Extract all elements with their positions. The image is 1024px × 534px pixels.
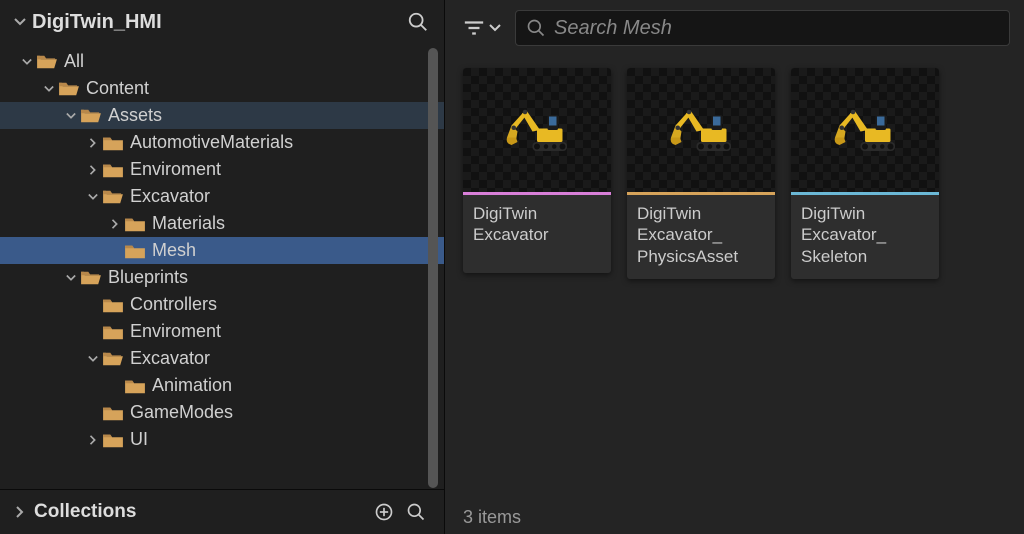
tree-node[interactable]: Excavator	[0, 183, 444, 210]
asset-thumbnail	[627, 68, 775, 192]
search-button[interactable]	[406, 10, 430, 34]
tree-node[interactable]: Enviroment	[0, 156, 444, 183]
scrollbar[interactable]	[428, 48, 438, 488]
search-icon	[406, 502, 426, 522]
folder-icon	[102, 188, 124, 206]
tree-node-label: GameModes	[130, 402, 233, 423]
folder-icon	[80, 269, 102, 287]
sidebar-expander-icon[interactable]	[14, 16, 26, 28]
asset-card[interactable]: DigiTwinExcavator	[463, 68, 611, 273]
chevron-down-icon	[489, 22, 501, 34]
asset-card[interactable]: DigiTwinExcavator_PhysicsAsset	[627, 68, 775, 279]
sidebar-header: DigiTwin_HMI	[0, 0, 444, 44]
chevron-right-icon[interactable]	[86, 165, 100, 175]
search-box[interactable]	[515, 10, 1010, 46]
project-title: DigiTwin_HMI	[32, 11, 406, 34]
chevron-down-icon[interactable]	[64, 111, 78, 121]
search-icon	[526, 18, 546, 38]
folder-icon	[124, 242, 146, 260]
tree-node[interactable]: UI	[0, 426, 444, 453]
tree-node[interactable]: AutomotiveMaterials	[0, 129, 444, 156]
plus-circle-icon	[374, 502, 394, 522]
folder-icon	[124, 215, 146, 233]
folder-icon	[102, 350, 124, 368]
tree-container: All Content Assets AutomotiveMaterials E…	[0, 44, 444, 489]
tree-node-label: Assets	[108, 105, 162, 126]
folder-icon	[80, 107, 102, 125]
chevron-right-icon[interactable]	[86, 138, 100, 148]
folder-tree: All Content Assets AutomotiveMaterials E…	[0, 44, 444, 457]
tree-node-label: UI	[130, 429, 148, 450]
folder-icon	[58, 80, 80, 98]
asset-grid: DigiTwinExcavator DigiTwinExcavator_Phys…	[445, 56, 1024, 501]
tree-node[interactable]: Blueprints	[0, 264, 444, 291]
folder-icon	[102, 404, 124, 422]
tree-node[interactable]: GameModes	[0, 399, 444, 426]
tree-node-label: Mesh	[152, 240, 196, 261]
tree-node[interactable]: Enviroment	[0, 318, 444, 345]
tree-node-label: Blueprints	[108, 267, 188, 288]
collections-label: Collections	[34, 501, 366, 523]
item-count: 3 items	[463, 507, 521, 527]
chevron-down-icon[interactable]	[64, 273, 78, 283]
chevron-down-icon[interactable]	[86, 354, 100, 364]
folder-icon	[102, 431, 124, 449]
collections-expander-icon[interactable]	[14, 506, 26, 518]
tree-node[interactable]: All	[0, 48, 444, 75]
folder-icon	[102, 161, 124, 179]
search-icon	[407, 11, 429, 33]
chevron-right-icon[interactable]	[108, 219, 122, 229]
chevron-down-icon[interactable]	[20, 57, 34, 67]
filter-button[interactable]	[459, 14, 505, 42]
tree-node-label: Controllers	[130, 294, 217, 315]
tree-node[interactable]: Mesh	[0, 237, 444, 264]
folder-icon	[102, 323, 124, 341]
asset-label: DigiTwinExcavator_PhysicsAsset	[627, 195, 775, 279]
folder-icon	[102, 134, 124, 152]
tree-node-label: Animation	[152, 375, 232, 396]
folder-icon	[102, 296, 124, 314]
tree-node[interactable]: Animation	[0, 372, 444, 399]
folder-icon	[124, 377, 146, 395]
tree-node-label: AutomotiveMaterials	[130, 132, 293, 153]
tree-node-label: Materials	[152, 213, 225, 234]
search-input[interactable]	[554, 17, 999, 40]
tree-node[interactable]: Assets	[0, 102, 444, 129]
asset-thumbnail	[791, 68, 939, 192]
content-area: DigiTwinExcavator DigiTwinExcavator_Phys…	[445, 0, 1024, 534]
tree-node[interactable]: Excavator	[0, 345, 444, 372]
sidebar: DigiTwin_HMI All Content Assets Automoti…	[0, 0, 445, 534]
tree-node-label: All	[64, 51, 84, 72]
chevron-right-icon[interactable]	[86, 435, 100, 445]
asset-label: DigiTwinExcavator_Skeleton	[791, 195, 939, 279]
asset-thumbnail	[463, 68, 611, 192]
asset-card[interactable]: DigiTwinExcavator_Skeleton	[791, 68, 939, 279]
tree-node-label: Enviroment	[130, 321, 221, 342]
search-collections-button[interactable]	[402, 498, 430, 526]
chevron-down-icon[interactable]	[86, 192, 100, 202]
chevron-down-icon[interactable]	[42, 84, 56, 94]
tree-node-label: Content	[86, 78, 149, 99]
tree-node[interactable]: Materials	[0, 210, 444, 237]
tree-node-label: Excavator	[130, 186, 210, 207]
tree-node-label: Enviroment	[130, 159, 221, 180]
folder-icon	[36, 53, 58, 71]
tree-node[interactable]: Controllers	[0, 291, 444, 318]
filter-icon	[463, 18, 485, 38]
status-bar: 3 items	[445, 501, 1024, 534]
content-header	[445, 0, 1024, 56]
collections-bar: Collections	[0, 489, 444, 534]
add-collection-button[interactable]	[370, 498, 398, 526]
tree-node[interactable]: Content	[0, 75, 444, 102]
tree-node-label: Excavator	[130, 348, 210, 369]
asset-label: DigiTwinExcavator	[463, 195, 611, 273]
